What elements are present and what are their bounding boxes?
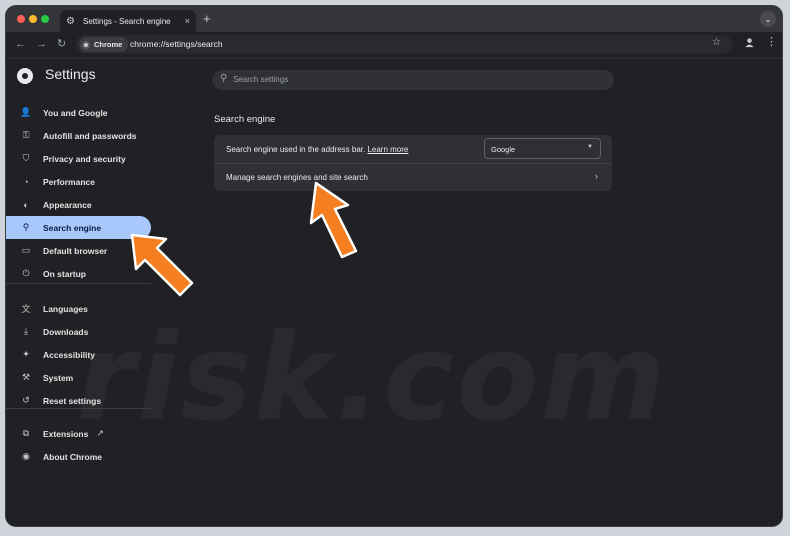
new-tab-button[interactable]: + (203, 12, 211, 25)
manage-search-engines-row[interactable]: Manage search engines and site search › (214, 164, 612, 191)
bookmark-star-icon[interactable]: ☆ (712, 37, 721, 48)
sidebar-item-performance[interactable]: ◔ Performance (6, 170, 151, 193)
tab-close-button[interactable]: × (185, 16, 190, 26)
sidebar-item-you-and-google[interactable]: 👤 You and Google (6, 101, 151, 124)
sidebar-item-privacy-and-security[interactable]: ⛉ Privacy and security (6, 147, 151, 170)
search-input[interactable]: ⚲ Search settings (212, 70, 614, 90)
sidebar-item-extensions[interactable]: ⧉ Extensions ↗ (6, 422, 151, 445)
sidebar-item-label: Accessibility (43, 349, 95, 360)
key-icon: ⚿ (22, 130, 30, 140)
sidebar-item-system[interactable]: ⚒ System (6, 366, 151, 389)
sidebar-item-about-chrome[interactable]: ◉ About Chrome (6, 445, 151, 468)
sidebar-item-label: Search engine (43, 222, 102, 233)
search-engine-card: Search engine used in the address bar. L… (214, 135, 612, 191)
maximize-window-button[interactable] (41, 15, 49, 23)
sidebar-item-label: Languages (43, 303, 88, 314)
search-placeholder: Search settings (233, 75, 289, 84)
accessibility-icon: ✦ (22, 349, 30, 359)
learn-more-link[interactable]: Learn more (367, 145, 408, 154)
url-text[interactable]: chrome://settings/search (130, 39, 223, 49)
forward-button[interactable]: → (36, 38, 47, 50)
sidebar-item-label: System (43, 372, 74, 383)
speedometer-icon: ◔ (23, 176, 29, 187)
watermark: risk.com (76, 309, 668, 448)
annotation-arrow-sidebar (130, 233, 194, 297)
external-link-icon: ↗ (96, 428, 104, 438)
sidebar-item-label: Autofill and passwords (43, 130, 137, 141)
chip-label: Chrome (94, 40, 123, 49)
profile-icon[interactable] (744, 37, 756, 49)
sidebar-item-accessibility[interactable]: ✦ Accessibility (6, 343, 151, 366)
sidebar-item-downloads[interactable]: ⤓ Downloads (6, 320, 151, 343)
address-bar[interactable]: Chrome chrome://settings/search (76, 35, 732, 54)
translate-icon: 文 (21, 304, 31, 314)
sidebar-item-label: On startup (43, 268, 86, 279)
section-title: Search engine (214, 114, 276, 125)
page-title: Settings (45, 66, 96, 82)
sidebar-item-label: Privacy and security (43, 153, 126, 164)
minimize-window-button[interactable] (29, 15, 37, 23)
settings-page: risk.com Settings ⚲ Search settings 👤 You… (6, 59, 782, 526)
tab-settings[interactable]: ⚙ Settings - Search engine × (60, 10, 196, 32)
search-icon: ⚲ (220, 73, 228, 84)
person-icon: 👤 (20, 107, 32, 117)
sidebar-item-label: Extensions (43, 428, 89, 439)
reload-button[interactable]: ↻ (57, 38, 66, 50)
address-bar-description: Search engine used in the address bar. L… (226, 145, 409, 154)
toolbar: ← → ↻ Chrome chrome://settings/search ☆ … (6, 32, 782, 59)
selected-engine: Google (491, 145, 516, 154)
sidebar-item-label: Default browser (43, 245, 108, 256)
sidebar-item-label: Downloads (43, 326, 89, 337)
sidebar-item-autofill-and-passwords[interactable]: ⚿ Autofill and passwords (6, 124, 151, 147)
annotation-arrow-manage (309, 181, 358, 259)
sidebar-item-label: Appearance (43, 199, 92, 210)
back-button[interactable]: ← (15, 38, 26, 50)
sidebar-divider (6, 408, 151, 409)
menu-kebab-icon[interactable]: ⋮ (766, 35, 777, 48)
wrench-icon: ⚒ (21, 372, 31, 382)
default-engine-row: Search engine used in the address bar. L… (214, 135, 612, 163)
sidebar-item-label: You and Google (43, 107, 108, 118)
reset-icon: ↺ (22, 395, 30, 405)
shield-icon: ⛉ (22, 153, 30, 163)
sidebar-item-label: Performance (43, 176, 95, 187)
tab-strip: ⚙ Settings - Search engine × + ⌄ (6, 6, 782, 32)
sidebar-item-label: About Chrome (43, 451, 103, 462)
browser-icon: ▭ (21, 245, 31, 255)
chevron-right-icon: › (595, 171, 598, 181)
chrome-icon: ◉ (22, 451, 30, 461)
power-icon: ⏻ (22, 268, 30, 278)
tab-search-button[interactable]: ⌄ (760, 11, 776, 27)
search-icon: ⚲ (22, 222, 30, 232)
sidebar-item-appearance[interactable]: ◐ Appearance (6, 193, 151, 216)
palette-icon: ◐ (23, 199, 29, 210)
gear-icon: ⚙ (66, 15, 75, 27)
chrome-logo-icon (17, 68, 33, 84)
site-info-chip[interactable]: Chrome (79, 37, 129, 52)
puzzle-icon: ⧉ (22, 428, 30, 438)
close-window-button[interactable] (17, 15, 25, 23)
download-icon: ⤓ (24, 326, 28, 336)
browser-window: ⚙ Settings - Search engine × + ⌄ ← → ↻ C… (6, 6, 782, 526)
chevron-down-icon: ▼ (587, 144, 593, 150)
tab-title: Settings - Search engine (83, 16, 171, 26)
search-engine-dropdown[interactable]: Google ▼ (484, 138, 601, 159)
chrome-icon (82, 40, 90, 49)
sidebar-item-label: Reset settings (43, 395, 102, 406)
